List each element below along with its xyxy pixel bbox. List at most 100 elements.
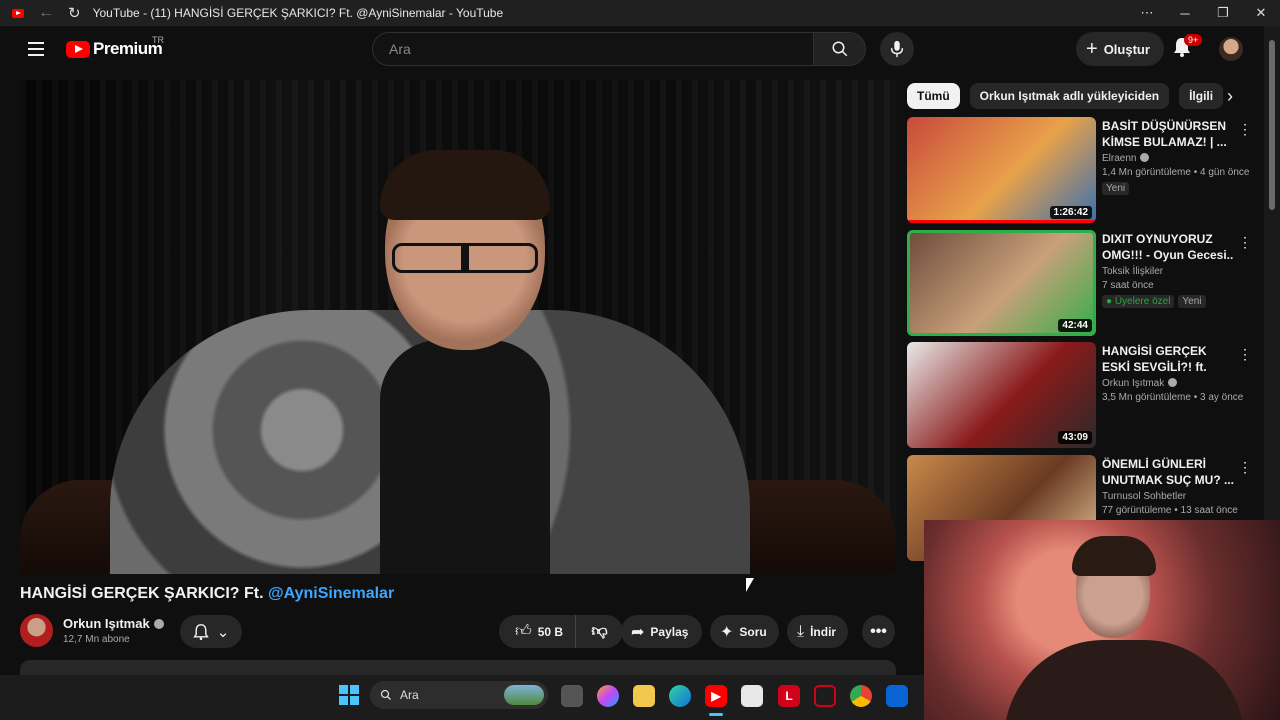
reload-icon[interactable]: ↻ [68, 6, 81, 21]
video-title[interactable]: DIXIT OYNUYORUZ OMG!!! - Oyun Gecesi.. [1102, 231, 1238, 263]
voice-search-button[interactable] [880, 32, 914, 66]
l-app-icon[interactable]: L [778, 685, 800, 707]
mcafee-icon[interactable] [814, 685, 836, 707]
recommended-video[interactable]: 1:26:42 BASİT DÜŞÜNÜRSEN KİMSE BULAMAZ! |… [907, 117, 1252, 223]
search-button[interactable] [814, 32, 866, 66]
video-info: DIXIT OYNUYORUZ OMG!!! - Oyun Gecesi.. To… [1102, 231, 1238, 309]
share-button[interactable]: ➦ Paylaş [621, 615, 703, 648]
video-thumbnail[interactable]: 43:09 [907, 342, 1096, 448]
video-channel[interactable]: Orkun Işıtmak [1102, 378, 1238, 389]
minimize-button[interactable]: ─ [1166, 0, 1204, 26]
taskbar-search-placeholder: Ara [400, 688, 419, 702]
chrome-icon[interactable] [850, 685, 872, 707]
video-info: BASİT DÜŞÜNÜRSEN KİMSE BULAMAZ! | ... Elr… [1102, 118, 1250, 196]
thumbs-up-icon: 👍︎ [515, 623, 532, 640]
download-icon: ⤓ [797, 622, 805, 640]
new-badge: Yeni [1102, 182, 1130, 195]
outlook-icon[interactable] [886, 685, 908, 707]
tab-title: YouTube - (11) HANGİSİ GERÇEK ŞARKICI? F… [92, 6, 504, 20]
members-icon: ● [1106, 296, 1115, 307]
youtube-app-icon[interactable]: ▶ [705, 685, 727, 707]
video-channel[interactable]: Elraenn [1102, 153, 1238, 164]
window-controls: ⋯ ─ ❐ ✕ [1128, 0, 1280, 26]
more-vertical-icon[interactable]: ⋮ [1238, 234, 1252, 251]
ask-label: Soru [739, 624, 767, 639]
menu-icon[interactable] [28, 42, 44, 56]
recommended-video[interactable]: 42:44 DIXIT OYNUYORUZ OMG!!! - Oyun Geces… [907, 230, 1252, 336]
sparkle-icon: ✦ [720, 623, 734, 641]
search-input[interactable] [372, 32, 814, 66]
create-label: Oluştur [1103, 41, 1150, 57]
taskbar-search[interactable]: Ara [370, 681, 548, 709]
back-arrow-icon[interactable]: ← [38, 5, 54, 21]
like-count: 50 B [537, 624, 564, 639]
microsoft-store-icon[interactable] [741, 685, 763, 707]
video-thumbnail[interactable]: 1:26:42 [907, 117, 1096, 223]
maximize-button[interactable]: ❐ [1204, 0, 1242, 26]
channel-name[interactable]: Orkun Işıtmak [63, 616, 150, 631]
video-channel[interactable]: Toksik İlişkiler [1102, 266, 1238, 277]
video-title-mention-link[interactable]: @AyniSinemalar [268, 585, 394, 602]
copilot-icon[interactable] [597, 685, 619, 707]
file-explorer-icon[interactable] [633, 685, 655, 707]
mouse-cursor-icon [746, 578, 754, 592]
create-button[interactable]: + Oluştur [1076, 32, 1164, 66]
close-button[interactable]: ✕ [1242, 0, 1280, 26]
video-thumbnail[interactable]: 42:44 [907, 230, 1096, 336]
webcam-person-hair [1072, 536, 1156, 576]
dislike-button[interactable]: 👎︎ [576, 622, 623, 641]
page-scrollbar[interactable] [1264, 26, 1280, 520]
share-label: Paylaş [650, 624, 689, 639]
windows-taskbar: Ara ▶ L [0, 675, 924, 720]
windows-start-icon[interactable] [339, 685, 359, 705]
channel-name-row[interactable]: Orkun Işıtmak [63, 616, 164, 631]
verified-icon [1168, 378, 1178, 387]
watch-progress-bar [907, 220, 1096, 223]
video-info: ÖNEMLİ GÜNLERİ UNUTMAK SUÇ MU? ... Turnus… [1102, 456, 1238, 516]
video-title[interactable]: HANGİSİ GERÇEK ESKİ SEVGİLİ?! ft. @Çağrı… [1102, 343, 1238, 375]
channel-name[interactable]: Elraenn [1102, 153, 1136, 164]
browser-menu-button[interactable]: ⋯ [1128, 0, 1166, 26]
plus-icon: + [1086, 38, 1098, 60]
youtube-premium-logo[interactable]: Premium TR [66, 35, 164, 59]
video-title[interactable]: ÖNEMLİ GÜNLERİ UNUTMAK SUÇ MU? ... [1102, 456, 1238, 488]
browser-title-bar: ← ↻ YouTube - (11) HANGİSİ GERÇEK ŞARKIC… [0, 0, 1280, 26]
search-bar [372, 32, 866, 66]
filter-chips: Tümü Orkun Işıtmak adlı yükleyiciden İlgil… [907, 83, 1224, 109]
ask-button[interactable]: ✦ Soru [710, 615, 779, 648]
video-duration: 1:26:42 [1049, 206, 1092, 219]
youtube-favicon-icon [12, 8, 24, 18]
recommended-video[interactable]: 43:09 HANGİSİ GERÇEK ESKİ SEVGİLİ?! ft. @… [907, 342, 1252, 448]
more-actions-button[interactable]: ••• [862, 615, 895, 648]
scrollbar-thumb[interactable] [1269, 40, 1275, 210]
subscription-notifications-button[interactable]: ⌄ [180, 615, 242, 648]
members-only-badge: ● Üyelere özel [1102, 295, 1175, 308]
country-code: TR [152, 35, 164, 45]
video-meta: 77 görüntüleme • 13 saat önce [1102, 505, 1238, 516]
screen: ← ↻ YouTube - (11) HANGİSİ GERÇEK ŞARKIC… [0, 0, 1280, 720]
search-icon [380, 689, 391, 700]
video-channel[interactable]: Turnusol Sohbetler [1102, 491, 1238, 502]
video-player[interactable] [20, 80, 896, 574]
more-vertical-icon[interactable]: ⋮ [1238, 346, 1252, 363]
youtube-header: Premium TR + Oluştur 9+ [0, 26, 1264, 72]
edge-browser-icon[interactable] [669, 685, 691, 707]
download-button[interactable]: ⤓ İndir [787, 615, 849, 648]
task-view-icon[interactable] [561, 685, 583, 707]
video-title[interactable]: BASİT DÜŞÜNÜRSEN KİMSE BULAMAZ! | ... [1102, 118, 1238, 150]
channel-name[interactable]: Orkun Işıtmak [1102, 378, 1164, 389]
youtube-logo-icon [66, 40, 90, 58]
channel-name[interactable]: Turnusol Sohbetler [1102, 491, 1186, 502]
channel-name[interactable]: Toksik İlişkiler [1102, 266, 1163, 277]
more-vertical-icon[interactable]: ⋮ [1238, 459, 1252, 476]
channel-avatar[interactable] [20, 614, 53, 647]
video-meta: 3,5 Mn görüntüleme • 3 ay önce [1102, 392, 1244, 403]
search-highlight-image [504, 685, 544, 705]
more-vertical-icon[interactable]: ⋮ [1238, 121, 1252, 138]
thumbs-down-icon: 👎︎ [591, 623, 608, 640]
like-button[interactable]: 👍︎ 50 B [499, 615, 577, 648]
filter-chip[interactable]: Orkun Işıtmak adlı yükleyiciden [969, 83, 1170, 109]
filter-chip[interactable]: Tümü [907, 83, 960, 109]
chevron-right-icon[interactable]: › [1214, 83, 1246, 109]
account-avatar[interactable] [1219, 37, 1243, 61]
